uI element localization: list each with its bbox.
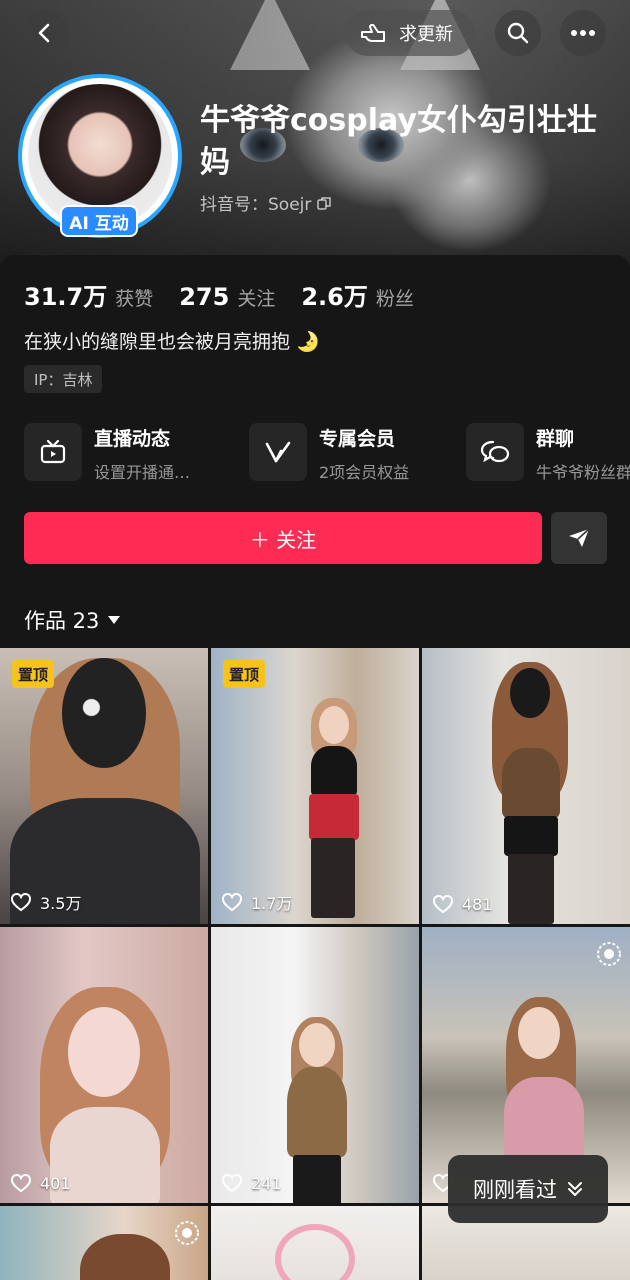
video-tile[interactable]: 置顶 3.5万 [0, 648, 208, 924]
mask-face [62, 658, 146, 768]
stat-likes[interactable]: 31.7万 获赞 [24, 277, 153, 312]
ip-location: IP：吉林 [24, 365, 103, 393]
video-likes: 241 [221, 1173, 282, 1193]
works-label: 作品 23 [24, 609, 100, 633]
follow-button[interactable]: ＋ 关注 [24, 512, 542, 564]
feature-live-title: 直播动态 [94, 427, 171, 450]
feature-live-sub: 设置开播通… [94, 462, 191, 482]
stat-following[interactable]: 275 关注 [179, 283, 275, 311]
video-tile[interactable] [211, 1206, 419, 1280]
video-tile[interactable]: 241 [211, 927, 419, 1203]
works-tab[interactable]: 作品 23 [24, 605, 121, 635]
douyin-id-text: 抖音号：Soejr [200, 195, 312, 215]
recently-viewed-label: 刚刚看过 [473, 1178, 557, 1202]
video-likes: 401 [10, 1173, 71, 1193]
request-update-button[interactable]: 求更新 [345, 10, 475, 56]
search-button[interactable] [495, 10, 541, 56]
heart-icon [10, 892, 32, 912]
pinned-badge: 置顶 [223, 660, 266, 688]
profile-panel: 31.7万 获赞 275 关注 2.6万 粉丝 在狭小的缝隙里也会被月亮拥抱 🌛 IP… [0, 255, 630, 650]
stat-followers[interactable]: 2.6万 粉丝 [301, 277, 414, 312]
more-dots-icon [571, 30, 595, 36]
feature-group-title: 群聊 [536, 427, 575, 450]
douyin-id[interactable]: 抖音号：Soejr [200, 190, 332, 215]
heart-icon [221, 1173, 243, 1193]
send-icon [569, 528, 590, 547]
chat-bubbles-icon [466, 423, 524, 481]
search-icon [507, 22, 529, 44]
heart-icon [10, 1173, 32, 1193]
share-button[interactable] [551, 512, 607, 564]
hand-point-icon [361, 23, 385, 42]
video-tile[interactable]: 置顶 1.7万 [211, 648, 419, 924]
feature-membership-sub: 2项会员权益 [319, 462, 410, 482]
feature-membership-title: 专属会员 [319, 427, 396, 450]
video-likes: 3.5万 [10, 890, 81, 914]
back-button[interactable] [22, 10, 68, 56]
copy-icon[interactable] [317, 196, 332, 210]
recently-viewed-button[interactable]: 刚刚看过 [448, 1155, 608, 1223]
double-chevron-down-icon [568, 1182, 582, 1196]
feature-group-chat[interactable]: 群聊 牛爷爷粉丝群 [466, 423, 630, 483]
live-icon [175, 1221, 199, 1245]
caret-down-icon [108, 616, 121, 624]
more-button[interactable] [560, 10, 606, 56]
live-icon [597, 942, 621, 966]
profile-name: 牛爷爷cosplay女仆勾引壮壮妈 [200, 103, 597, 180]
stats-row: 31.7万 获赞 275 关注 2.6万 粉丝 [24, 277, 414, 312]
bio-text: 在狭小的缝隙里也会被月亮拥抱 🌛 [24, 331, 320, 353]
vip-icon [249, 423, 307, 481]
video-likes: 481 [432, 894, 493, 914]
feature-group-sub: 牛爷爷粉丝群 [536, 462, 630, 482]
heart-icon [221, 892, 243, 912]
pinned-badge: 置顶 [12, 660, 55, 688]
video-likes: 1.7万 [221, 890, 292, 914]
mask-face [510, 668, 550, 718]
chevron-left-icon [38, 23, 50, 43]
video-tile[interactable]: 401 [0, 927, 208, 1203]
feature-membership[interactable]: 专属会员 2项会员权益 [249, 423, 409, 483]
tv-icon [24, 423, 82, 481]
video-tile[interactable] [0, 1206, 208, 1280]
heart-icon [432, 894, 454, 914]
request-update-label: 求更新 [399, 24, 453, 45]
feature-row: 直播动态 设置开播通… 专属会员 2项会员权益 群聊 牛爷爷粉丝群 [24, 423, 630, 483]
video-tile[interactable]: 481 [422, 648, 630, 924]
ai-interact-badge[interactable]: AI 互动 [60, 205, 138, 237]
feature-live[interactable]: 直播动态 设置开播通… [24, 423, 190, 483]
